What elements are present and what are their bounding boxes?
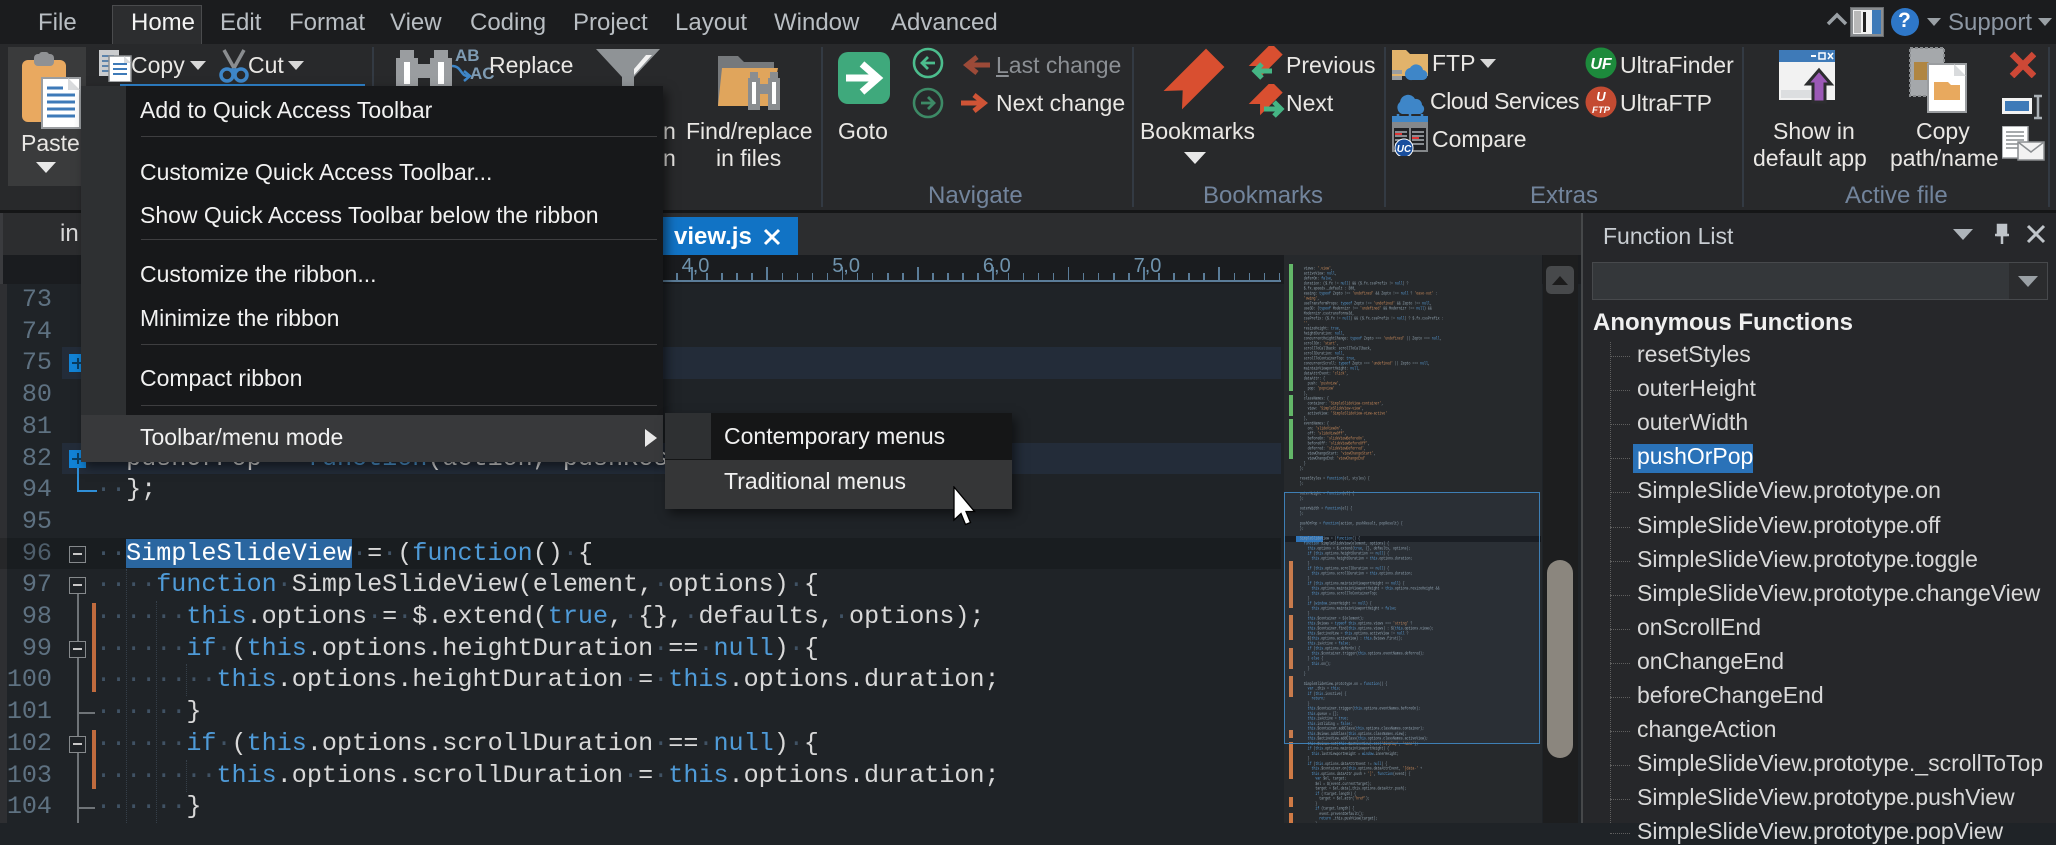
svg-text:FTP: FTP: [1592, 105, 1611, 116]
svg-text:U: U: [1596, 89, 1606, 104]
svg-text:UC: UC: [1397, 144, 1412, 155]
svg-text:UF: UF: [1590, 56, 1613, 73]
